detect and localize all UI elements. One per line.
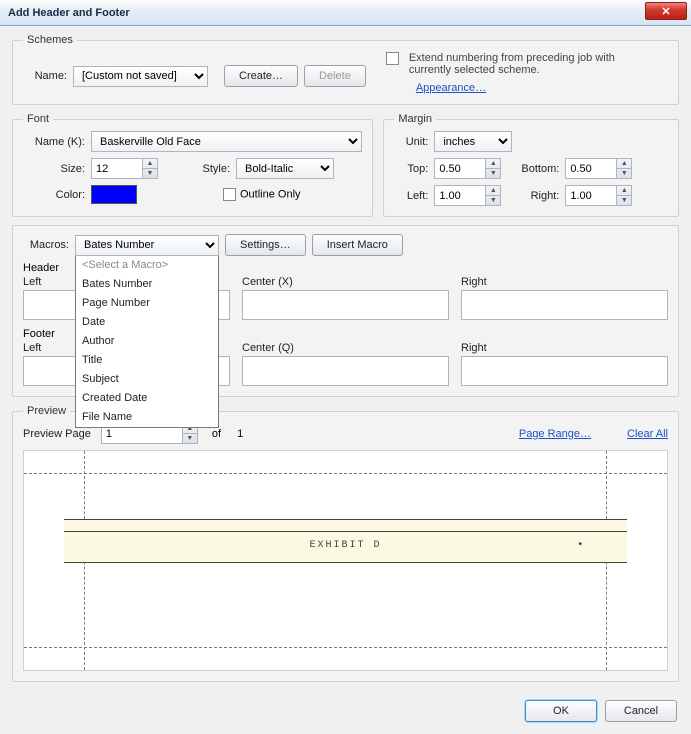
preview-group: Preview Preview Page ▲▼ of 1 Page Range…… [12, 405, 679, 682]
delete-button[interactable]: Delete [304, 65, 366, 87]
macro-option[interactable]: Subject [76, 370, 218, 389]
margin-left-label: Left: [394, 190, 428, 202]
macro-option[interactable]: Created Date [76, 389, 218, 408]
margin-unit-select[interactable]: inches [434, 131, 512, 152]
scheme-name-select[interactable]: [Custom not saved] [73, 66, 208, 87]
macro-option[interactable]: Author [76, 332, 218, 351]
font-group: Font Name (K): Baskerville Old Face Size… [12, 113, 373, 217]
extend-checkbox[interactable] [386, 52, 399, 65]
clear-all-link[interactable]: Clear All [627, 428, 668, 440]
margin-left-input[interactable] [435, 186, 485, 205]
font-color-swatch[interactable] [91, 185, 137, 204]
margin-unit-label: Unit: [394, 136, 428, 148]
margin-left-spin[interactable]: ▲▼ [434, 185, 501, 206]
insert-macro-button[interactable]: Insert Macro [312, 234, 403, 256]
macro-option[interactable]: Page Number [76, 294, 218, 313]
macro-settings-button[interactable]: Settings… [225, 234, 306, 256]
titlebar: Add Header and Footer ✕ [0, 0, 691, 26]
margin-right-spin[interactable]: ▲▼ [565, 185, 632, 206]
margin-bottom-spin[interactable]: ▲▼ [565, 158, 632, 179]
header-center-input[interactable] [242, 290, 449, 320]
macros-label: Macros: [23, 239, 69, 251]
ok-button[interactable]: OK [525, 700, 597, 722]
macro-option[interactable]: Title [76, 351, 218, 370]
footer-center-label: Center (Q) [242, 342, 449, 354]
preview-page-label: Preview Page [23, 428, 91, 440]
page-range-link[interactable]: Page Range… [519, 428, 591, 440]
font-size-spin[interactable]: ▲▼ [91, 158, 158, 179]
margin-top-label: Top: [394, 163, 428, 175]
font-name-label: Name (K): [23, 136, 85, 148]
scheme-name-label: Name: [23, 70, 67, 82]
close-icon: ✕ [661, 5, 670, 18]
footer-center-input[interactable] [242, 356, 449, 386]
margin-top-spin[interactable]: ▲▼ [434, 158, 501, 179]
close-button[interactable]: ✕ [645, 2, 687, 20]
header-right-label: Right [461, 276, 668, 288]
header-right-input[interactable] [461, 290, 668, 320]
cancel-button[interactable]: Cancel [605, 700, 677, 722]
preview-total-pages: 1 [237, 428, 243, 440]
macro-option[interactable]: <Select a Macro> [76, 256, 218, 275]
margin-legend: Margin [394, 113, 436, 125]
preview-legend: Preview [23, 405, 70, 417]
outline-checkbox[interactable] [223, 188, 236, 201]
font-size-input[interactable] [92, 159, 142, 178]
macro-option[interactable]: Bates Number [76, 275, 218, 294]
macros-select[interactable]: Bates Number [75, 235, 219, 256]
font-color-label: Color: [23, 189, 85, 201]
window-title: Add Header and Footer [8, 7, 130, 19]
preview-of-label: of [212, 428, 221, 440]
margin-top-input[interactable] [435, 159, 485, 178]
margin-right-label: Right: [507, 190, 559, 202]
footer-right-label: Right [461, 342, 668, 354]
margin-bottom-label: Bottom: [507, 163, 559, 175]
footer-right-input[interactable] [461, 356, 668, 386]
preview-doc-text: EXHIBIT D [64, 540, 627, 551]
create-button[interactable]: Create… [224, 65, 298, 87]
spin-up-icon[interactable]: ▲ [143, 159, 157, 169]
schemes-legend: Schemes [23, 34, 77, 46]
font-size-label: Size: [23, 163, 85, 175]
hf-group: Macros: Bates Number <Select a Macro> Ba… [12, 225, 679, 397]
margin-right-input[interactable] [566, 186, 616, 205]
margin-bottom-input[interactable] [566, 159, 616, 178]
font-style-label: Style: [182, 163, 230, 175]
appearance-link[interactable]: Appearance… [416, 82, 486, 94]
macro-option[interactable]: File Name [76, 408, 218, 427]
spin-down-icon[interactable]: ▼ [143, 169, 157, 178]
schemes-group: Schemes Name: [Custom not saved] Create…… [12, 34, 679, 105]
macros-dropdown-list: <Select a Macro> Bates Number Page Numbe… [75, 256, 219, 428]
macro-option[interactable]: Date [76, 313, 218, 332]
margin-group: Margin Unit: inches Top: ▲▼ Bottom: ▲▼ L… [383, 113, 679, 217]
preview-noise-icon: • [578, 539, 582, 550]
font-legend: Font [23, 113, 53, 125]
outline-checkbox-label: Outline Only [240, 188, 301, 200]
header-center-label: Center (X) [242, 276, 449, 288]
font-style-select[interactable]: Bold-Italic [236, 158, 334, 179]
preview-canvas: EXHIBIT D • [23, 450, 668, 671]
extend-checkbox-label: Extend numbering from preceding job with… [409, 52, 639, 76]
font-name-select[interactable]: Baskerville Old Face [91, 131, 362, 152]
